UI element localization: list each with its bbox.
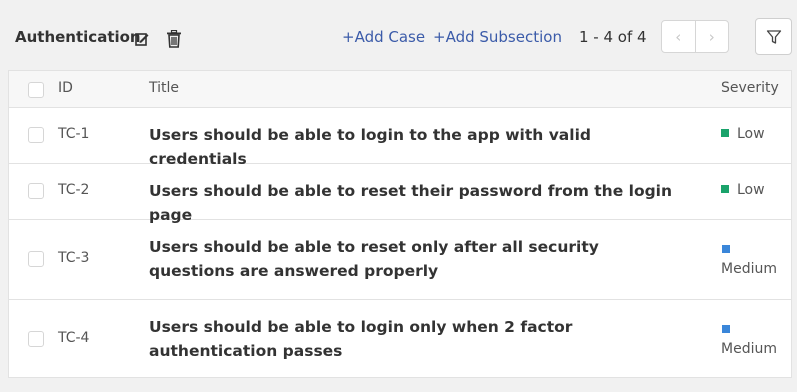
table-row[interactable]: TC-1 Users should be able to login to th… bbox=[9, 108, 791, 168]
case-title[interactable]: Users should be able to login only when … bbox=[149, 315, 679, 363]
row-checkbox[interactable] bbox=[28, 183, 44, 199]
severity-badge: Low bbox=[721, 182, 765, 198]
add-subsection-link[interactable]: +Add Subsection bbox=[433, 28, 562, 46]
prev-page-button[interactable]: ‹ bbox=[662, 21, 696, 52]
section-header: Authentication +Add Case +Add Subsection… bbox=[0, 0, 797, 70]
table-row[interactable]: TC-2 Users should be able to reset their… bbox=[9, 164, 791, 224]
pager: ‹ › bbox=[661, 20, 729, 53]
case-title[interactable]: Users should be able to reset only after… bbox=[149, 235, 679, 283]
test-cases-table: ID Title Severity TC-1 Users should be a… bbox=[8, 70, 792, 378]
table-row[interactable]: TC-3 Users should be able to reset only … bbox=[9, 220, 791, 300]
column-header-id: ID bbox=[58, 80, 73, 96]
select-all-checkbox[interactable] bbox=[28, 82, 44, 98]
section-title: Authentication bbox=[15, 28, 141, 46]
severity-label: Low bbox=[737, 126, 765, 142]
pagination-text: 1 - 4 of 4 bbox=[579, 28, 647, 46]
edit-icon[interactable] bbox=[135, 31, 149, 46]
severity-badge: Low bbox=[721, 126, 765, 142]
row-checkbox[interactable] bbox=[28, 251, 44, 267]
table-header: ID Title Severity bbox=[9, 71, 791, 108]
severity-dot bbox=[722, 245, 730, 253]
column-header-severity: Severity bbox=[721, 80, 779, 96]
next-page-button[interactable]: › bbox=[696, 21, 729, 52]
severity-dot bbox=[721, 129, 729, 137]
add-case-link[interactable]: +Add Case bbox=[342, 28, 425, 46]
severity-dot bbox=[722, 325, 730, 333]
severity-label: Medium bbox=[721, 261, 777, 277]
severity-dot bbox=[721, 185, 729, 193]
severity-label: Medium bbox=[721, 341, 777, 357]
row-checkbox[interactable] bbox=[28, 127, 44, 143]
filter-icon bbox=[766, 29, 781, 44]
case-id: TC-2 bbox=[58, 182, 90, 198]
table-row[interactable]: TC-4 Users should be able to login only … bbox=[9, 300, 791, 379]
column-header-title: Title bbox=[149, 80, 180, 96]
case-id: TC-1 bbox=[58, 126, 90, 142]
severity-label: Low bbox=[737, 182, 765, 198]
severity-badge: Medium bbox=[721, 319, 777, 359]
filter-button[interactable] bbox=[755, 18, 792, 55]
case-id: TC-4 bbox=[58, 330, 90, 346]
row-checkbox[interactable] bbox=[28, 331, 44, 347]
trash-icon[interactable] bbox=[166, 29, 182, 48]
severity-badge: Medium bbox=[721, 239, 777, 279]
case-id: TC-3 bbox=[58, 250, 90, 266]
